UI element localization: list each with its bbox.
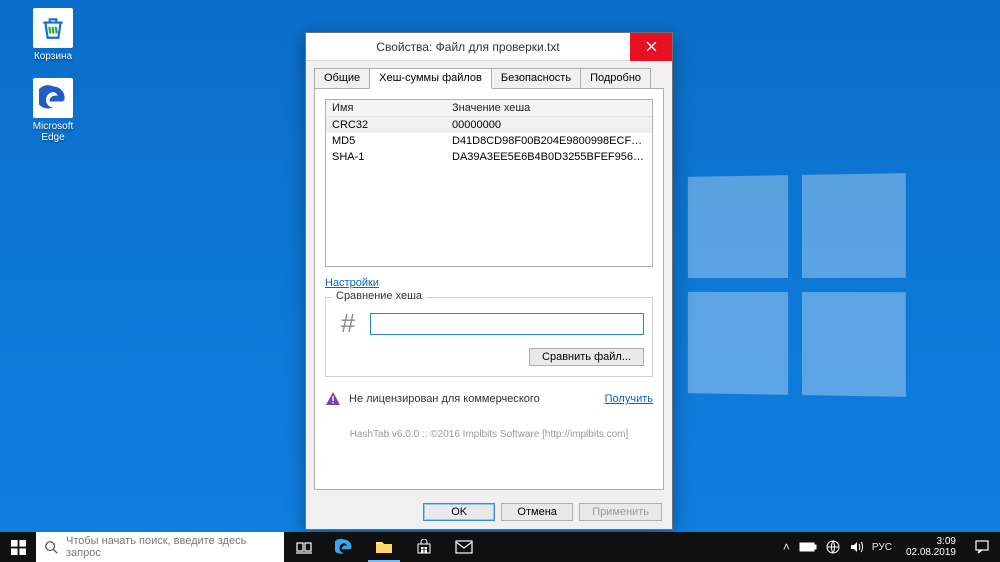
search-icon xyxy=(44,540,58,554)
tab-hash-sums[interactable]: Хеш-суммы файлов xyxy=(369,68,492,89)
dialog-title: Свойства: Файл для проверки.txt xyxy=(306,40,630,54)
tab-bar: Общие Хеш-суммы файлов Безопасность Подр… xyxy=(306,61,672,88)
windows-logo-watermark xyxy=(688,173,906,397)
system-tray[interactable]: ˄ РУС xyxy=(777,532,898,562)
tab-details[interactable]: Подробно xyxy=(580,68,651,88)
task-view-icon xyxy=(296,540,312,554)
hash-row[interactable]: MD5 D41D8CD98F00B204E9800998ECF84... xyxy=(326,133,652,149)
settings-link[interactable]: Настройки xyxy=(325,277,379,289)
hash-row[interactable]: CRC32 00000000 xyxy=(326,117,652,133)
about-text: HashTab v6.0.0 :: ©2016 Implbits Softwar… xyxy=(325,429,653,440)
tab-general[interactable]: Общие xyxy=(314,68,370,88)
compare-legend: Сравнение хеша xyxy=(332,290,426,302)
taskbar-pinned xyxy=(284,532,484,562)
hash-value: DA39A3EE5E6B4B0D3255BFEF95601... xyxy=(452,151,646,163)
taskbar-clock[interactable]: 3:09 02.08.2019 xyxy=(898,532,964,562)
network-icon[interactable] xyxy=(826,540,840,554)
cancel-button[interactable]: Отмена xyxy=(501,503,573,521)
desktop: Корзина Microsoft Edge Свойства: Файл дл… xyxy=(0,0,1000,562)
hash-row[interactable]: SHA-1 DA39A3EE5E6B4B0D3255BFEF95601... xyxy=(326,149,652,165)
hash-list-header: Имя Значение хеша xyxy=(326,100,652,117)
recycle-bin-icon xyxy=(33,8,73,48)
compare-hash-input[interactable] xyxy=(370,313,644,335)
license-get-link[interactable]: Получить xyxy=(605,393,653,405)
desktop-icon-label: Microsoft Edge xyxy=(22,121,84,143)
folder-icon xyxy=(375,539,393,555)
taskbar-app-mail[interactable] xyxy=(444,532,484,562)
hash-name: CRC32 xyxy=(332,119,452,131)
hash-list[interactable]: Имя Значение хеша CRC32 00000000 MD5 D41… xyxy=(325,99,653,267)
dialog-button-row: OK Отмена Применить xyxy=(423,503,662,521)
desktop-icon-label: Корзина xyxy=(22,51,84,62)
task-view-button[interactable] xyxy=(284,532,324,562)
windows-icon xyxy=(11,540,26,555)
edge-icon xyxy=(33,78,73,118)
hash-value: 00000000 xyxy=(452,119,646,131)
mail-icon xyxy=(455,540,473,554)
taskbar-spacer xyxy=(484,532,777,562)
close-icon xyxy=(646,41,657,52)
tray-chevron-up-icon[interactable]: ˄ xyxy=(783,540,790,554)
desktop-icon-recycle-bin[interactable]: Корзина xyxy=(22,8,84,62)
warning-icon xyxy=(325,391,341,407)
hash-name: SHA-1 xyxy=(332,151,452,163)
ok-button[interactable]: OK xyxy=(423,503,495,521)
taskbar-app-explorer[interactable] xyxy=(364,532,404,562)
tab-security[interactable]: Безопасность xyxy=(491,68,581,88)
col-header-name[interactable]: Имя xyxy=(332,102,452,114)
action-center-button[interactable] xyxy=(964,532,1000,562)
hash-icon: # xyxy=(334,308,362,339)
col-header-value[interactable]: Значение хеша xyxy=(452,102,646,114)
properties-dialog: Свойства: Файл для проверки.txt Общие Хе… xyxy=(305,32,673,530)
license-message: Не лицензирован для коммерческого xyxy=(349,393,597,405)
taskbar: Чтобы начать поиск, введите здесь запрос… xyxy=(0,532,1000,562)
battery-icon[interactable] xyxy=(799,541,817,553)
volume-icon[interactable] xyxy=(849,540,863,554)
titlebar[interactable]: Свойства: Файл для проверки.txt xyxy=(306,33,672,61)
language-indicator[interactable]: РУС xyxy=(872,542,892,553)
apply-button[interactable]: Применить xyxy=(579,503,662,521)
start-button[interactable] xyxy=(0,532,36,562)
license-row: Не лицензирован для коммерческого Получи… xyxy=(325,391,653,407)
clock-date: 02.08.2019 xyxy=(906,547,956,559)
taskbar-app-store[interactable] xyxy=(404,532,444,562)
hash-name: MD5 xyxy=(332,135,452,147)
hash-value: D41D8CD98F00B204E9800998ECF84... xyxy=(452,135,646,147)
compare-file-button[interactable]: Сравнить файл... xyxy=(529,348,644,366)
compare-hash-group: Сравнение хеша # Сравнить файл... xyxy=(325,297,653,377)
notification-icon xyxy=(974,539,990,555)
tab-panel: Имя Значение хеша CRC32 00000000 MD5 D41… xyxy=(314,88,664,490)
taskbar-search[interactable]: Чтобы начать поиск, введите здесь запрос xyxy=(36,532,284,562)
clock-time: 3:09 xyxy=(906,536,956,548)
taskbar-app-edge[interactable] xyxy=(324,532,364,562)
desktop-icon-edge[interactable]: Microsoft Edge xyxy=(22,78,84,143)
edge-icon xyxy=(335,538,353,556)
store-icon xyxy=(416,539,432,555)
search-placeholder: Чтобы начать поиск, введите здесь запрос xyxy=(66,535,276,559)
close-button[interactable] xyxy=(630,33,672,61)
